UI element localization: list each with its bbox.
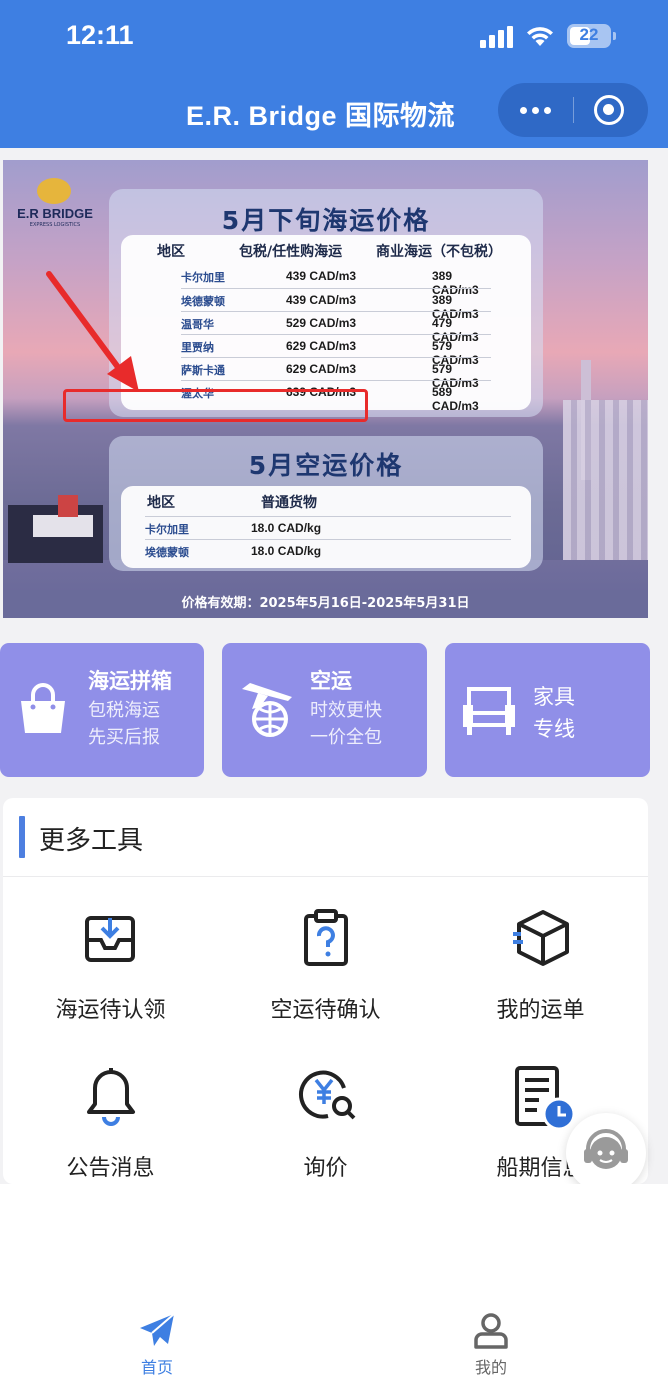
app-header: 12:11 22 E.R. Bridge 国际物流 [0,0,668,148]
clipboard-question-icon [304,909,348,966]
sea-consolidation-line2: 先买后报 [88,727,160,748]
furniture-line-card[interactable]: 家具 专线 [445,643,650,777]
bottom-tab-bar: 首页 我的 [0,1184,668,1394]
air-header-general: 普通货物 [261,495,317,511]
sea-freight-price-panel: 5月下旬海运价格 地区 包税/任性购海运 商业海运（不包税） 卡尔加里 439 C… [109,189,543,417]
headset-support-icon [584,1129,628,1169]
factory-graphic [563,400,648,580]
table-row: 埃德蒙顿 18.0 CAD/kg [145,539,511,562]
battery-indicator: 22 [567,24,611,48]
air-rows: 卡尔加里 18.0 CAD/kg 埃德蒙顿 18.0 CAD/kg [145,516,511,566]
sea-header-commercial: 商业海运（不包税） [376,244,502,260]
sea-consolidation-line1: 包税海运 [88,700,160,721]
tab-home-label: 首页 [140,1358,173,1377]
inbox-download-icon [85,916,135,962]
page-title: E.R. Bridge 国际物流 [186,101,456,131]
table-row: 埃德蒙顿 439 CAD/m3 389 CAD/m3 [181,288,491,321]
sea-header-region: 地区 [157,244,185,260]
wifi-icon [527,27,553,46]
table-row: 萨斯卡通 629 CAD/m3 579 CAD/m3 [181,357,491,390]
customer-service-button[interactable] [566,1113,646,1193]
sea-price-title: 5月下旬海运价格 [221,206,431,235]
sea-consolidation-title: 海运拼箱 [88,669,172,693]
price-banner[interactable]: E.R BRIDGE EXPRESS LOGISTICS 5月下旬海运价格 地区… [3,160,648,618]
air-price-title: 5月空运价格 [248,451,404,480]
price-validity: 价格有效期：2025年5月16日-2025年5月31日 [3,590,648,618]
tool-my-waybill[interactable]: 我的运单 [433,908,648,1048]
air-header-region: 地区 [147,495,175,511]
company-logo: E.R BRIDGE EXPRESS LOGISTICS [15,178,93,233]
tool-air-pending[interactable]: 空运待确认 [218,908,433,1048]
air-freight-line1: 时效更快 [310,700,382,721]
sofa-icon [463,687,515,735]
shopping-bag-icon [21,683,65,733]
more-options-icon[interactable] [516,107,556,115]
air-freight-line2: 一价全包 [310,727,382,748]
more-tools-title: 更多工具 [39,826,144,856]
bell-icon [87,1068,135,1126]
document-clock-icon [515,1066,576,1131]
status-time: 12:11 [66,20,134,50]
air-freight-price-panel: 5月空运价格 地区 普通货物 卡尔加里 18.0 CAD/kg 埃德蒙顿 18.0 … [109,436,543,571]
tool-sea-unclaimed[interactable]: 海运待认领 [3,908,218,1048]
sea-consolidation-card[interactable]: 海运拼箱 包税海运 先买后报 [0,643,204,777]
red-arrow-icon [46,271,139,392]
table-row: 里贾纳 629 CAD/m3 579 CAD/m3 [181,334,491,367]
table-row: 卡尔加里 439 CAD/m3 389 CAD/m3 [181,269,479,297]
furniture-title: 家具 [533,685,575,709]
more-tools-section: 更多工具 海运待认领 空运待确认 我的运单 公告消息 询价 船期信息 [3,798,648,1184]
battery-level: 22 [579,25,599,44]
sea-price-table: 地区 包税/任性购海运 商业海运（不包税） 卡尔加里 439 CAD/m3 389 … [121,235,531,413]
furniture-line1: 专线 [533,717,575,741]
user-icon [474,1313,508,1349]
table-row: 温哥华 529 CAD/m3 479 CAD/m3 [181,311,491,344]
battery-tip [613,32,616,40]
table-row: 卡尔加里 18.0 CAD/kg [145,516,511,539]
air-freight-card[interactable]: 空运 时效更快 一价全包 [222,643,427,777]
close-miniprogram-icon[interactable] [594,95,624,125]
yuan-search-icon [299,1070,356,1120]
paper-plane-icon [140,1313,175,1346]
package-box-icon [513,910,569,966]
miniprogram-capsule [498,83,648,137]
cellular-signal-icon [480,26,514,48]
airplane-globe-icon [242,683,292,737]
section-accent-bar [19,816,25,858]
sea-rows: 卡尔加里 439 CAD/m3 389 CAD/m3 埃德蒙顿 439 CAD/m3 3… [151,265,511,413]
sea-header-taxed: 包税/任性购海运 [239,244,343,260]
air-freight-title: 空运 [310,669,352,693]
air-price-table: 地区 普通货物 卡尔加里 18.0 CAD/kg 埃德蒙顿 18.0 CAD/kg [121,486,531,568]
tab-mine-label: 我的 [474,1358,507,1377]
